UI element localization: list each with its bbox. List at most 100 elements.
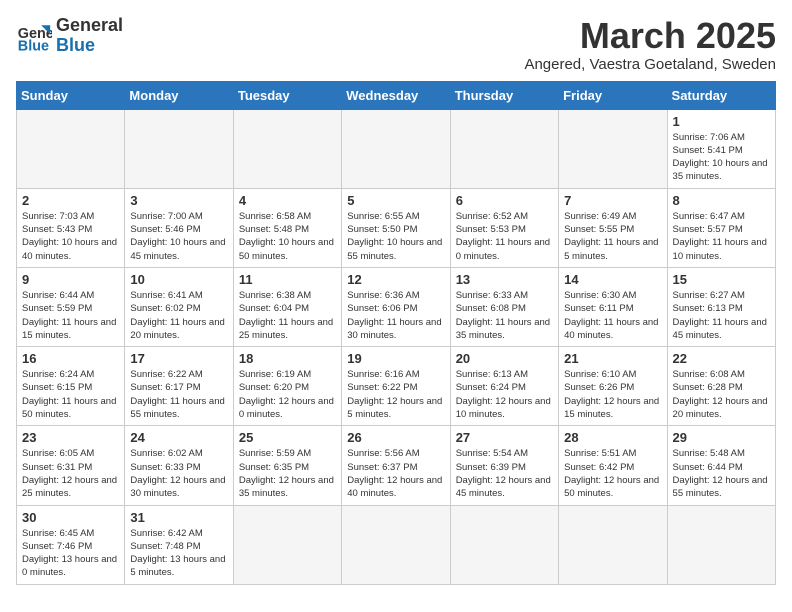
day-number: 22 [673, 351, 770, 366]
day-info: Sunrise: 6:44 AM Sunset: 5:59 PM Dayligh… [22, 289, 119, 342]
day-number: 28 [564, 430, 661, 445]
day-number: 3 [130, 193, 227, 208]
day-info: Sunrise: 6:55 AM Sunset: 5:50 PM Dayligh… [347, 210, 444, 263]
day-info: Sunrise: 5:54 AM Sunset: 6:39 PM Dayligh… [456, 447, 553, 500]
day-info: Sunrise: 6:36 AM Sunset: 6:06 PM Dayligh… [347, 289, 444, 342]
day-info: Sunrise: 6:08 AM Sunset: 6:28 PM Dayligh… [673, 368, 770, 421]
day-info: Sunrise: 6:45 AM Sunset: 7:46 PM Dayligh… [22, 527, 119, 580]
logo-blue-text: Blue [56, 36, 123, 56]
day-number: 29 [673, 430, 770, 445]
day-info: Sunrise: 6:42 AM Sunset: 7:48 PM Dayligh… [130, 527, 227, 580]
calendar-cell [559, 109, 667, 188]
day-number: 1 [673, 114, 770, 129]
day-number: 27 [456, 430, 553, 445]
calendar-week-row: 2Sunrise: 7:03 AM Sunset: 5:43 PM Daylig… [17, 188, 776, 267]
calendar-cell: 12Sunrise: 6:36 AM Sunset: 6:06 PM Dayli… [342, 267, 450, 346]
calendar-cell: 9 Sunrise: 6:44 AM Sunset: 5:59 PM Daylig… [17, 267, 125, 346]
day-info: Sunrise: 6:16 AM Sunset: 6:22 PM Dayligh… [347, 368, 444, 421]
logo-general-text: General [56, 16, 123, 36]
calendar-cell [450, 505, 558, 584]
calendar-week-row: 30 Sunrise: 6:45 AM Sunset: 7:46 PM Dayli… [17, 505, 776, 584]
calendar-cell [17, 109, 125, 188]
day-info: Sunrise: 6:58 AM Sunset: 5:48 PM Dayligh… [239, 210, 336, 263]
calendar-cell: 30 Sunrise: 6:45 AM Sunset: 7:46 PM Dayli… [17, 505, 125, 584]
calendar-header-row: SundayMondayTuesdayWednesdayThursdayFrid… [17, 81, 776, 109]
calendar-cell: 19 Sunrise: 6:16 AM Sunset: 6:22 PM Dayli… [342, 347, 450, 426]
calendar-cell: 7 Sunrise: 6:49 AM Sunset: 5:55 PM Daylig… [559, 188, 667, 267]
calendar-cell: 8Sunrise: 6:47 AM Sunset: 5:57 PM Daylig… [667, 188, 775, 267]
day-info: Sunrise: 7:00 AM Sunset: 5:46 PM Dayligh… [130, 210, 227, 263]
calendar-cell: 26 Sunrise: 5:56 AM Sunset: 6:37 PM Dayli… [342, 426, 450, 505]
day-number: 21 [564, 351, 661, 366]
calendar-cell: 16 Sunrise: 6:24 AM Sunset: 6:15 PM Dayli… [17, 347, 125, 426]
calendar-cell: 2Sunrise: 7:03 AM Sunset: 5:43 PM Daylig… [17, 188, 125, 267]
day-info: Sunrise: 7:03 AM Sunset: 5:43 PM Dayligh… [22, 210, 119, 263]
day-number: 18 [239, 351, 336, 366]
day-number: 7 [564, 193, 661, 208]
day-info: Sunrise: 6:19 AM Sunset: 6:20 PM Dayligh… [239, 368, 336, 421]
calendar-cell: 27 Sunrise: 5:54 AM Sunset: 6:39 PM Dayli… [450, 426, 558, 505]
day-number: 16 [22, 351, 119, 366]
day-number: 20 [456, 351, 553, 366]
day-number: 30 [22, 510, 119, 525]
calendar-cell [233, 505, 341, 584]
calendar-cell: 21 Sunrise: 6:10 AM Sunset: 6:26 PM Dayli… [559, 347, 667, 426]
calendar-cell: 14Sunrise: 6:30 AM Sunset: 6:11 PM Dayli… [559, 267, 667, 346]
calendar-cell: 31Sunrise: 6:42 AM Sunset: 7:48 PM Dayli… [125, 505, 233, 584]
col-header-wednesday: Wednesday [342, 81, 450, 109]
calendar-table: SundayMondayTuesdayWednesdayThursdayFrid… [16, 81, 776, 585]
day-number: 10 [130, 272, 227, 287]
calendar-cell [342, 505, 450, 584]
day-info: Sunrise: 6:10 AM Sunset: 6:26 PM Dayligh… [564, 368, 661, 421]
calendar-cell: 25 Sunrise: 5:59 AM Sunset: 6:35 PM Dayli… [233, 426, 341, 505]
day-number: 11 [239, 272, 336, 287]
day-info: Sunrise: 5:59 AM Sunset: 6:35 PM Dayligh… [239, 447, 336, 500]
calendar-cell [559, 505, 667, 584]
col-header-sunday: Sunday [17, 81, 125, 109]
day-number: 5 [347, 193, 444, 208]
col-header-thursday: Thursday [450, 81, 558, 109]
day-info: Sunrise: 6:24 AM Sunset: 6:15 PM Dayligh… [22, 368, 119, 421]
day-number: 8 [673, 193, 770, 208]
svg-text:Blue: Blue [18, 38, 49, 54]
col-header-friday: Friday [559, 81, 667, 109]
day-info: Sunrise: 7:06 AM Sunset: 5:41 PM Dayligh… [673, 131, 770, 184]
day-number: 19 [347, 351, 444, 366]
calendar-cell: 4Sunrise: 6:58 AM Sunset: 5:48 PM Daylig… [233, 188, 341, 267]
day-info: Sunrise: 5:48 AM Sunset: 6:44 PM Dayligh… [673, 447, 770, 500]
calendar-week-row: 23Sunrise: 6:05 AM Sunset: 6:31 PM Dayli… [17, 426, 776, 505]
calendar-cell [125, 109, 233, 188]
day-info: Sunrise: 6:27 AM Sunset: 6:13 PM Dayligh… [673, 289, 770, 342]
col-header-tuesday: Tuesday [233, 81, 341, 109]
calendar-cell: 5 Sunrise: 6:55 AM Sunset: 5:50 PM Daylig… [342, 188, 450, 267]
day-number: 9 [22, 272, 119, 287]
calendar-cell: 23Sunrise: 6:05 AM Sunset: 6:31 PM Dayli… [17, 426, 125, 505]
logo-icon: General Blue [16, 18, 52, 54]
calendar-cell [342, 109, 450, 188]
calendar-cell [450, 109, 558, 188]
calendar-cell [233, 109, 341, 188]
day-number: 6 [456, 193, 553, 208]
day-number: 14 [564, 272, 661, 287]
day-info: Sunrise: 6:41 AM Sunset: 6:02 PM Dayligh… [130, 289, 227, 342]
calendar-week-row: 16 Sunrise: 6:24 AM Sunset: 6:15 PM Dayli… [17, 347, 776, 426]
day-number: 17 [130, 351, 227, 366]
calendar-cell: 20 Sunrise: 6:13 AM Sunset: 6:24 PM Dayli… [450, 347, 558, 426]
title-area: March 2025 Angered, Vaestra Goetaland, S… [524, 16, 776, 73]
day-info: Sunrise: 6:49 AM Sunset: 5:55 PM Dayligh… [564, 210, 661, 263]
col-header-monday: Monday [125, 81, 233, 109]
day-number: 25 [239, 430, 336, 445]
location-title: Angered, Vaestra Goetaland, Sweden [524, 56, 776, 73]
day-number: 24 [130, 430, 227, 445]
day-info: Sunrise: 5:56 AM Sunset: 6:37 PM Dayligh… [347, 447, 444, 500]
calendar-week-row: 1 Sunrise: 7:06 AM Sunset: 5:41 PM Daylig… [17, 109, 776, 188]
day-number: 26 [347, 430, 444, 445]
calendar-cell: 18 Sunrise: 6:19 AM Sunset: 6:20 PM Dayli… [233, 347, 341, 426]
day-info: Sunrise: 6:52 AM Sunset: 5:53 PM Dayligh… [456, 210, 553, 263]
calendar-cell: 24Sunrise: 6:02 AM Sunset: 6:33 PM Dayli… [125, 426, 233, 505]
page-header: General Blue General Blue March 2025 Ang… [16, 16, 776, 73]
day-info: Sunrise: 6:13 AM Sunset: 6:24 PM Dayligh… [456, 368, 553, 421]
calendar-cell: 11Sunrise: 6:38 AM Sunset: 6:04 PM Dayli… [233, 267, 341, 346]
day-info: Sunrise: 5:51 AM Sunset: 6:42 PM Dayligh… [564, 447, 661, 500]
calendar-cell: 10 Sunrise: 6:41 AM Sunset: 6:02 PM Dayli… [125, 267, 233, 346]
